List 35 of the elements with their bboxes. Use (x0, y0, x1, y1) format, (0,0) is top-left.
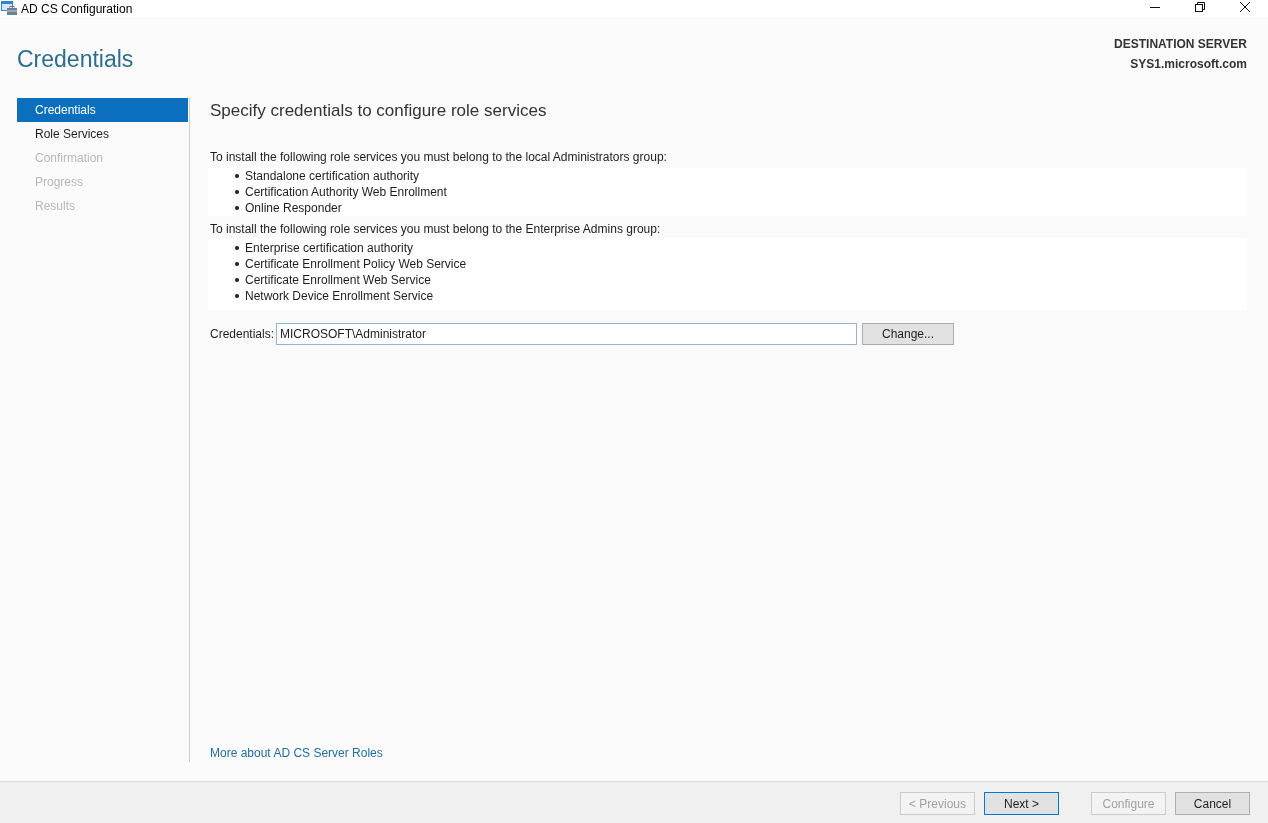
requirement-text: To install the following role services you must belong to the Enterprise Admins group: (210, 221, 662, 237)
role-service-name: Certification Authority Web Enrollment (245, 184, 447, 200)
bullet-icon (235, 206, 239, 210)
wizard-step: Confirmation (17, 146, 188, 170)
destination-server-label: DESTINATION SERVER (1114, 36, 1247, 53)
bullet-icon (235, 174, 239, 178)
credentials-field[interactable]: MICROSOFT\Administrator (276, 323, 857, 345)
wizard-step: Results (17, 194, 188, 218)
role-service-name: Standalone certification authority (245, 168, 420, 184)
change-button[interactable]: Change... (862, 323, 954, 345)
wizard-step: Progress (17, 170, 188, 194)
wizard-button[interactable]: Next > (984, 792, 1059, 815)
window-title: AD CS Configuration (21, 0, 133, 17)
bullet-icon (235, 294, 239, 298)
bullet-icon (235, 278, 239, 282)
bullet-icon (235, 262, 239, 266)
requirement-text: To install the following role services you must belong to the local Administrators group: (210, 149, 668, 165)
wizard-step[interactable]: Credentials (17, 98, 188, 122)
wizard-button[interactable]: Cancel (1175, 792, 1250, 815)
app-icon (1, 0, 17, 15)
section-heading: Specify credentials to configure role services (210, 100, 548, 122)
role-service-name: Certificate Enrollment Policy Web Service (245, 256, 467, 272)
destination-server-name: SYS1.microsoft.com (1129, 56, 1247, 73)
close-icon[interactable] (1240, 1, 1250, 12)
role-service-name: Network Device Enrollment Service (245, 288, 434, 304)
role-service-name: Enterprise certification authority (245, 240, 414, 256)
more-info-link[interactable]: More about AD CS Server Roles (210, 745, 383, 761)
role-service-name: Certificate Enrollment Web Service (245, 272, 431, 288)
bullet-icon (235, 246, 239, 250)
credentials-label: Credentials: (210, 327, 276, 341)
role-service-name: Online Responder (245, 200, 342, 216)
page-title: Credentials (17, 45, 134, 74)
bullet-icon (235, 190, 239, 194)
restore-icon[interactable] (1195, 1, 1205, 12)
wizard-step[interactable]: Role Services (17, 122, 188, 146)
